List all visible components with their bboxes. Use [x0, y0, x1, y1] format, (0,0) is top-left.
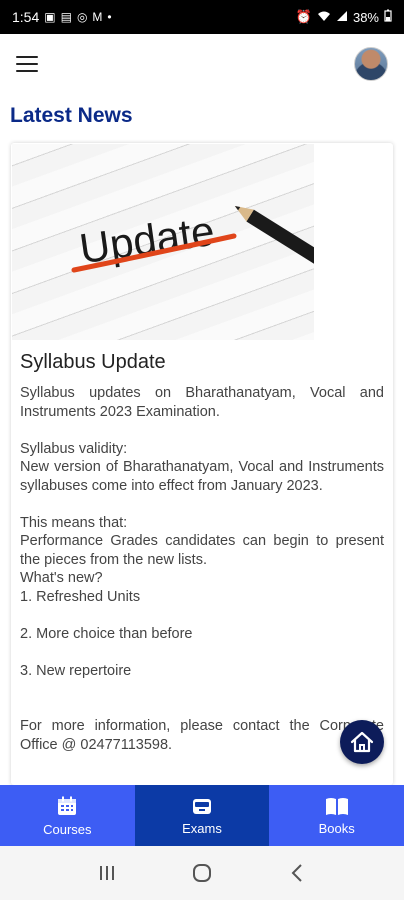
- news-content: Syllabus updates on Bharathanatyam, Voca…: [20, 384, 384, 754]
- paragraph-spacer: [20, 643, 384, 662]
- nav-courses[interactable]: Courses: [0, 785, 135, 846]
- gmail-notification-icon: M: [92, 10, 103, 24]
- app-bar: [0, 34, 404, 96]
- home-icon: [350, 731, 374, 753]
- nav-books-label: Books: [318, 820, 355, 836]
- calendar-icon: [58, 796, 77, 815]
- battery-icon: [384, 9, 392, 25]
- alarm-icon: ⏰: [295, 9, 312, 24]
- paragraph-spacer: [20, 495, 384, 514]
- news-paragraph: 3. New repertoire: [20, 662, 132, 679]
- signal-icon: [336, 10, 348, 25]
- status-time: 1:54: [12, 9, 40, 25]
- news-image-caption: Update: [77, 207, 218, 272]
- back-icon: [291, 864, 302, 882]
- paragraph-spacer: [20, 421, 384, 440]
- bottom-navigation: Courses Exams Books: [0, 785, 404, 846]
- news-paragraph: Performance Grades candidates can begin …: [20, 533, 384, 568]
- gallery-notification-icon: ▣: [44, 10, 56, 24]
- recent-apps-button[interactable]: [92, 858, 122, 888]
- book-icon: [325, 797, 348, 815]
- news-paragraph: For more information, please contact the…: [20, 718, 384, 753]
- battery-percent: 38%: [352, 9, 379, 25]
- news-paragraph: What's new?: [20, 570, 103, 586]
- news-paragraph: New version of Bharathanatyam, Vocal and…: [20, 459, 384, 494]
- paragraph-spacer: [20, 606, 384, 625]
- nav-exams-label: Exams: [182, 820, 222, 836]
- news-paragraph: Syllabus updates on Bharathanatyam, Voca…: [20, 385, 384, 420]
- nav-exams[interactable]: Exams: [134, 785, 270, 846]
- news-paragraph: 2. More choice than before: [20, 625, 193, 642]
- news-card[interactable]: Update Syllabus Update Syllabus updates …: [11, 143, 393, 785]
- news-image: Update: [12, 144, 314, 340]
- menu-icon[interactable]: [16, 56, 38, 74]
- news-title: Syllabus Update: [20, 351, 166, 373]
- pencil-icon: [234, 206, 314, 270]
- nav-books[interactable]: Books: [269, 785, 404, 846]
- whatsapp-notification-icon: ◎: [76, 10, 88, 24]
- paragraph-spacer: [20, 680, 384, 699]
- message-notification-icon: ▤: [60, 10, 72, 24]
- section-title: Latest News: [10, 104, 133, 127]
- status-bar: 1:54 ▣ ▤ ◎ M • ⏰ 38%: [0, 0, 404, 34]
- more-notifications-icon: •: [107, 10, 112, 24]
- news-paragraph: 1. Refreshed Units: [20, 588, 141, 605]
- home-circle-icon: [192, 864, 211, 882]
- home-system-button[interactable]: [187, 858, 217, 888]
- back-button[interactable]: [282, 858, 312, 888]
- news-paragraph: This means that:: [20, 514, 128, 531]
- recent-apps-icon: [100, 866, 115, 880]
- nav-courses-label: Courses: [43, 821, 92, 837]
- news-paragraph: Syllabus validity:: [20, 440, 128, 457]
- paragraph-spacer: [20, 699, 384, 718]
- wifi-icon: [317, 10, 331, 25]
- home-button[interactable]: [340, 720, 384, 764]
- profile-avatar[interactable]: [354, 47, 388, 81]
- inbox-icon: [193, 798, 211, 814]
- system-navigation: [0, 846, 404, 900]
